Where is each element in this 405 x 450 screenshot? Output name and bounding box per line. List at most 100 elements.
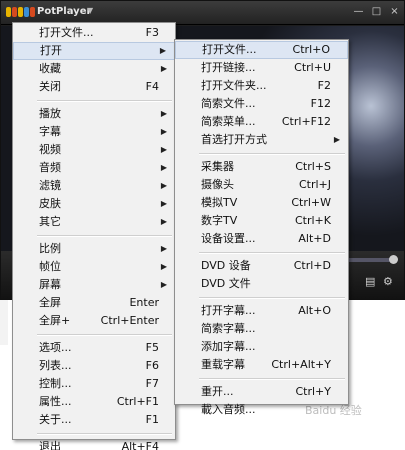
menu-item[interactable]: 比例 ▶ bbox=[13, 240, 175, 258]
menu-separator bbox=[13, 429, 175, 438]
menu-item-label: 列表... bbox=[39, 359, 72, 372]
menu-item-label: 控制... bbox=[39, 377, 72, 390]
menu-item[interactable]: 打开 ▶ bbox=[13, 42, 175, 60]
menu-separator bbox=[175, 149, 348, 158]
submenu-item[interactable]: 数字TV Ctrl+K bbox=[175, 212, 348, 230]
menu-item-label: 播放 bbox=[39, 107, 61, 120]
submenu-item-label: 載入音频... bbox=[201, 403, 256, 416]
submenu-item[interactable]: 摄像头 Ctrl+J bbox=[175, 176, 348, 194]
app-title[interactable]: PotPlayer bbox=[37, 6, 91, 17]
submenu-item-label: 采集器 bbox=[201, 160, 234, 173]
submenu-item[interactable]: 模拟TV Ctrl+W bbox=[175, 194, 348, 212]
submenu-item-label: 模拟TV bbox=[201, 196, 238, 209]
potplayer-logo-icon bbox=[6, 7, 35, 19]
submenu-item-label: 数字TV bbox=[201, 214, 238, 227]
menu-item-label: 其它 bbox=[39, 215, 61, 228]
submenu-item-label: DVD 设备 bbox=[201, 259, 251, 272]
gear-icon[interactable]: ⚙ bbox=[383, 275, 393, 288]
menu-item-label: 屏幕 bbox=[39, 278, 61, 291]
menu-item[interactable]: 控制... F7 bbox=[13, 375, 175, 393]
submenu-item[interactable]: DVD 设备 Ctrl+D bbox=[175, 257, 348, 275]
submenu-item-label: 重开... bbox=[201, 385, 234, 398]
playlist-icon[interactable]: ▤ bbox=[365, 275, 375, 288]
submenu-item[interactable]: 采集器 Ctrl+S bbox=[175, 158, 348, 176]
menu-item-shortcut: F6 bbox=[145, 359, 159, 372]
menu-item-shortcut: F5 bbox=[145, 341, 159, 354]
close-button[interactable]: × bbox=[389, 5, 400, 19]
submenu-item-shortcut: Ctrl+J bbox=[298, 178, 331, 191]
submenu-item[interactable]: 打开链接... Ctrl+U bbox=[175, 59, 348, 77]
submenu-arrow-icon: ▶ bbox=[160, 163, 167, 172]
submenu-item[interactable]: 打开文件夹... F2 bbox=[175, 77, 348, 95]
submenu-item[interactable]: 打开字幕... Alt+O bbox=[175, 302, 348, 320]
submenu-item[interactable]: 设备设置... Alt+D bbox=[175, 230, 348, 248]
menu-item[interactable]: 关闭 F4 bbox=[13, 78, 175, 96]
submenu-arrow-icon: ▶ bbox=[159, 46, 166, 55]
menu-item-shortcut: Enter bbox=[129, 296, 159, 309]
menu-item[interactable]: 打开文件... F3 bbox=[13, 24, 175, 42]
menu-item[interactable]: 收藏 ▶ bbox=[13, 60, 175, 78]
submenu-item[interactable]: DVD 文件 bbox=[175, 275, 348, 293]
menu-item[interactable]: 滤镜 ▶ bbox=[13, 177, 175, 195]
maximize-button[interactable]: □ bbox=[371, 5, 382, 19]
menu-item-shortcut: Ctrl+F1 bbox=[116, 395, 159, 408]
menu-separator bbox=[13, 231, 175, 240]
menu-item[interactable]: 全屏+ Ctrl+Enter bbox=[13, 312, 175, 330]
menu-item[interactable]: 其它 ▶ bbox=[13, 213, 175, 231]
menu-item-shortcut: F4 bbox=[145, 80, 159, 93]
submenu-item-shortcut: Ctrl+S bbox=[295, 160, 331, 173]
menu-item-label: 视频 bbox=[39, 143, 61, 156]
submenu-item[interactable]: 简索菜单... Ctrl+F12 bbox=[175, 113, 348, 131]
menu-item[interactable]: 选项... F5 bbox=[13, 339, 175, 357]
submenu-item-shortcut: Alt+D bbox=[298, 232, 331, 245]
menu-item[interactable]: 音频 ▶ bbox=[13, 159, 175, 177]
submenu-item-label: 打开字幕... bbox=[201, 304, 256, 317]
submenu-item-label: 打开链接... bbox=[201, 61, 256, 74]
menu-item-label: 关闭 bbox=[39, 80, 61, 93]
menu-item-label: 字幕 bbox=[39, 125, 61, 138]
minimize-button[interactable]: — bbox=[353, 5, 364, 19]
menu-item[interactable]: 列表... F6 bbox=[13, 357, 175, 375]
submenu-item-label: 重载字幕 bbox=[201, 358, 245, 371]
submenu-item-shortcut: Alt+O bbox=[298, 304, 331, 317]
submenu-item[interactable]: 重开... Ctrl+Y bbox=[175, 383, 348, 401]
menu-item-shortcut: Ctrl+Enter bbox=[100, 314, 159, 327]
menu-item-label: 选项... bbox=[39, 341, 72, 354]
submenu-item[interactable]: 简索文件... F12 bbox=[175, 95, 348, 113]
submenu-item[interactable]: 載入音频... bbox=[175, 401, 348, 419]
menu-item[interactable]: 属性... Ctrl+F1 bbox=[13, 393, 175, 411]
submenu-arrow-icon: ▶ bbox=[160, 181, 167, 190]
menu-item-label: 皮肤 bbox=[39, 197, 61, 210]
submenu-item-label: 简索字幕... bbox=[201, 322, 256, 335]
menu-item-label: 打开文件... bbox=[39, 26, 94, 39]
submenu-item-label: 简索菜单... bbox=[201, 115, 256, 128]
menu-separator bbox=[13, 96, 175, 105]
volume-slider-knob[interactable] bbox=[389, 255, 398, 264]
menu-separator bbox=[13, 330, 175, 339]
menu-item[interactable]: 视频 ▶ bbox=[13, 141, 175, 159]
submenu-item-label: 打开文件... bbox=[202, 43, 257, 56]
context-menu: 打开文件... F3 打开 ▶ 收藏 ▶ 关闭 F4 播放 ▶ 字幕 ▶ 视频 ▶ 音频 ▶ 滤镜 ▶ 皮肤 ▶ 其它 ▶… bbox=[12, 22, 176, 450]
submenu-item[interactable]: 首选打开方式 ▶ bbox=[175, 131, 348, 149]
chevron-down-icon[interactable]: ▼ bbox=[87, 6, 93, 15]
menu-item-label: 属性... bbox=[39, 395, 72, 408]
menu-item-shortcut: F3 bbox=[145, 26, 159, 39]
menu-item[interactable]: 退出 Alt+F4 bbox=[13, 438, 175, 450]
submenu-item[interactable]: 简索字幕... bbox=[175, 320, 348, 338]
menu-item[interactable]: 屏幕 ▶ bbox=[13, 276, 175, 294]
menu-item[interactable]: 全屏 Enter bbox=[13, 294, 175, 312]
menu-item[interactable]: 播放 ▶ bbox=[13, 105, 175, 123]
menu-item[interactable]: 帧位 ▶ bbox=[13, 258, 175, 276]
menu-item-label: 关于... bbox=[39, 413, 72, 426]
menu-item[interactable]: 关于... F1 bbox=[13, 411, 175, 429]
submenu-arrow-icon: ▶ bbox=[160, 199, 167, 208]
submenu-item[interactable]: 重载字幕 Ctrl+Alt+Y bbox=[175, 356, 348, 374]
background-strip bbox=[0, 300, 8, 345]
menu-item[interactable]: 皮肤 ▶ bbox=[13, 195, 175, 213]
menu-item-shortcut: Alt+F4 bbox=[121, 440, 159, 450]
menu-item-shortcut: F1 bbox=[145, 413, 159, 426]
submenu-item[interactable]: 添加字幕... bbox=[175, 338, 348, 356]
menu-item[interactable]: 字幕 ▶ bbox=[13, 123, 175, 141]
volume-slider[interactable] bbox=[345, 255, 398, 264]
submenu-item[interactable]: 打开文件... Ctrl+O bbox=[175, 41, 348, 59]
